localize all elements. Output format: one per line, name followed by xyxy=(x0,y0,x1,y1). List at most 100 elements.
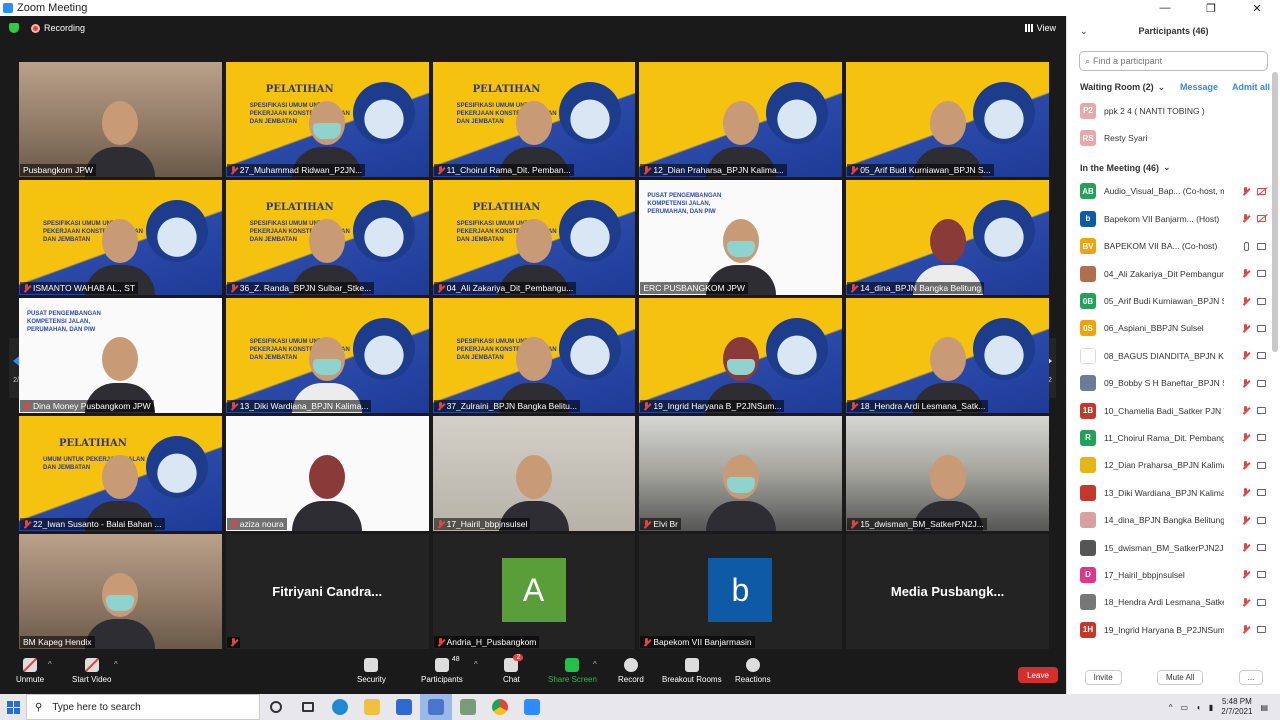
participant-list-item[interactable]: 0B 05_Arif Budi Kurniawan_BPJN Sul... xyxy=(1067,287,1280,314)
participant-list-item[interactable]: 13_Diki Wardiana_BPJN Kalimant... xyxy=(1067,479,1280,506)
participant-list-item[interactable]: RS Resty Syari xyxy=(1067,124,1280,151)
participant-list-item[interactable]: 09_Bobby S H Baneftar_BPJN Sul... xyxy=(1067,370,1280,397)
more-button[interactable]: ... xyxy=(1238,669,1264,685)
record-button[interactable]: Record xyxy=(618,658,644,684)
video-tile[interactable]: 15_dwisman_BM_SatkerP.N2J... xyxy=(846,416,1049,531)
share-screen-button[interactable]: Share Screen xyxy=(548,658,597,684)
video-tile[interactable]: A Andria_H_Pusbangkom xyxy=(432,534,636,649)
video-tile[interactable]: PUSAT PENGEMBANGAN KOMPETENSI JALAN, PER… xyxy=(19,298,222,413)
video-tile[interactable]: 05_Arif Budi Kurniawan_BPJN S... xyxy=(846,62,1049,177)
waiting-room-header[interactable]: Waiting Room (2) ⌄ Message Admit all xyxy=(1080,81,1280,93)
security-shield-icon[interactable] xyxy=(9,23,19,33)
panel-scrollbar[interactable] xyxy=(1272,72,1278,352)
participant-list-item[interactable]: 15_dwisman_BM_SatkerPJN2Ja... xyxy=(1067,534,1280,561)
participant-status-icons xyxy=(1242,433,1266,442)
participant-name-tag: Pusbangkom JPW xyxy=(20,164,96,176)
mail-icon[interactable] xyxy=(388,694,420,720)
security-button[interactable]: Security xyxy=(357,658,386,684)
chrome-icon[interactable] xyxy=(484,694,516,720)
collapse-chevron-icon[interactable]: ⌄ xyxy=(1080,26,1088,37)
breakout-grid-icon xyxy=(684,658,699,672)
taskbar-clock[interactable]: 5:48 PM 2/7/2021 xyxy=(1221,697,1252,717)
camera-icon xyxy=(1257,461,1266,469)
start-video-button[interactable]: Start Video xyxy=(72,658,111,684)
video-tile[interactable]: PELATIHAN SPESIFIKASI UMUM UNTUK PEKERJAA… xyxy=(225,62,429,177)
video-tile[interactable]: Fitriyani Candra... xyxy=(225,534,429,649)
audio-options-caret-icon[interactable]: ^ xyxy=(48,660,52,669)
leave-button[interactable]: Leave xyxy=(1018,667,1058,683)
cortana-icon[interactable] xyxy=(260,694,292,720)
minimize-button[interactable]: — xyxy=(1142,2,1188,15)
tray-chevron-icon[interactable]: ^ xyxy=(1169,703,1173,712)
maximize-button[interactable]: ❐ xyxy=(1188,2,1234,15)
chat-button[interactable]: 2 Chat xyxy=(503,654,524,684)
participant-list-item[interactable]: 04_Ali Zakariya_Dit Pembanguna... xyxy=(1067,260,1280,287)
zoom-taskbar-icon[interactable] xyxy=(516,694,548,720)
participant-list-item[interactable]: 0S 06_Aspiani_BBPJN Sulsel xyxy=(1067,315,1280,342)
video-tile[interactable]: PUSAT PENGEMBANGAN KOMPETENSI JALAN, PER… xyxy=(639,180,843,295)
mute-all-button[interactable]: Mute All xyxy=(1156,669,1204,685)
tools-icon[interactable] xyxy=(452,694,484,720)
network-icon[interactable]: ▭ xyxy=(1180,703,1188,712)
participant-list-item[interactable]: 1B 10_Chamelia Badi_Satker PJN Wi... xyxy=(1067,397,1280,424)
participant-list-item[interactable]: 12_Dian Praharsa_BPJN Kaliman... xyxy=(1067,452,1280,479)
participant-list-item[interactable]: R 11_Choirul Rama_Dit. Pembang... xyxy=(1067,424,1280,451)
smiley-icon xyxy=(745,658,760,672)
participant-list-item[interactable]: P2 ppk 2 4 ( NANTI TOBING ) xyxy=(1067,97,1280,124)
video-tile[interactable]: 14_dina_BPJN Bangka Belitung xyxy=(846,180,1049,295)
participants-button[interactable]: 48 Participants xyxy=(421,656,463,684)
notifications-icon[interactable]: ▤ xyxy=(1260,703,1268,712)
video-tile[interactable]: SPESIFIKASI UMUM UNTUK PEKERJAAN KONSTRU… xyxy=(19,180,222,295)
unmute-button[interactable]: Unmute xyxy=(16,658,44,684)
video-tile[interactable]: 18_Hendra Ardi Lesmana_Satk... xyxy=(846,298,1049,413)
video-options-caret-icon[interactable]: ^ xyxy=(114,660,118,669)
volume-icon[interactable]: ◖ xyxy=(1196,703,1201,712)
view-button[interactable]: View xyxy=(1024,23,1056,33)
start-button[interactable] xyxy=(0,694,26,720)
view-label: View xyxy=(1036,23,1056,33)
participant-avatar: A xyxy=(501,558,566,622)
participant-search-input[interactable]: ⌕ Find a participant xyxy=(1079,51,1268,71)
video-tile[interactable]: SPESIFIKASI UMUM UNTUK PEKERJAAN KONSTRU… xyxy=(432,298,636,413)
share-options-caret-icon[interactable]: ^ xyxy=(593,660,597,669)
video-tile[interactable]: 19_Ingrid Haryana B_P2JNSum... xyxy=(639,298,843,413)
video-tile[interactable]: b Bapekom VII Banjarmasin xyxy=(639,534,843,649)
participant-list-item[interactable]: b Bapekom VII Banjarm... (Host) xyxy=(1067,205,1280,232)
video-tile[interactable]: PELATIHAN SPESIFIKASI UMUM UNTUK PEKERJAA… xyxy=(432,62,636,177)
reactions-button[interactable]: Reactions xyxy=(735,658,771,684)
taskbar-search-input[interactable]: ⚲ Type here to search xyxy=(26,694,260,720)
camera-off-icon xyxy=(84,658,99,672)
microphone-muted-icon xyxy=(230,165,237,175)
participant-list-item[interactable]: 14_dina_BPJN Bangka Belitung xyxy=(1067,506,1280,533)
video-tile[interactable]: 17_Hairil_bbpjnsulsel xyxy=(432,416,636,531)
message-button[interactable]: Message xyxy=(1180,82,1218,92)
edge-icon[interactable] xyxy=(324,694,356,720)
battery-icon[interactable]: ▮ xyxy=(1209,703,1213,712)
video-tile[interactable]: BM Kapeg Hendix xyxy=(19,534,222,649)
invite-button[interactable]: Invite xyxy=(1084,669,1122,685)
admit-all-button[interactable]: Admit all xyxy=(1232,82,1270,92)
video-tile[interactable]: PELATIHAN SPESIFIKASI UMUM UNTUK PEKERJAA… xyxy=(225,180,429,295)
video-tile[interactable]: Media Pusbangk... xyxy=(846,534,1049,649)
participant-list-item[interactable]: 18_Hendra Ardi Lesmana_Satker... xyxy=(1067,589,1280,616)
participant-list-item[interactable]: 08_BAGUS DIANDITA_BPJN KALB... xyxy=(1067,342,1280,369)
participant-list-item[interactable]: BV BAPEKOM VII BA... (Co-host) xyxy=(1067,233,1280,260)
video-tile[interactable]: SPESIFIKASI UMUM UNTUK PEKERJAAN KONSTRU… xyxy=(225,298,429,413)
participant-list-item[interactable]: 1H 19_Ingrid Haryana B_P2JNSumbar xyxy=(1067,616,1280,643)
video-tile[interactable]: aziza noura xyxy=(225,416,429,531)
active-app-icon[interactable] xyxy=(420,694,452,720)
file-explorer-icon[interactable] xyxy=(356,694,388,720)
task-view-icon[interactable] xyxy=(292,694,324,720)
participant-list-item[interactable]: D 17_Hairil_bbpjnsulsel xyxy=(1067,561,1280,588)
video-tile[interactable]: 12_Dian Praharsa_BPJN Kalima... xyxy=(639,62,843,177)
video-tile[interactable]: Elvi Br xyxy=(639,416,843,531)
breakout-rooms-button[interactable]: Breakout Rooms xyxy=(662,658,722,684)
close-button[interactable]: ✕ xyxy=(1234,2,1280,15)
participant-name: 14_dina_BPJN Bangka Belitung xyxy=(860,283,982,293)
participant-list-item[interactable]: AB Audio_Visual_Bap... (Co-host, me) xyxy=(1067,178,1280,205)
video-tile[interactable]: PELATIHAN SPESIFIKASI UMUM UNTUK PEKERJAA… xyxy=(432,180,636,295)
participants-caret-icon[interactable]: ^ xyxy=(474,660,478,669)
video-tile[interactable]: PELATIHAN UMUM UNTUK PEKERJAAN JALAN DAN … xyxy=(19,416,222,531)
video-tile[interactable]: Pusbangkom JPW xyxy=(19,62,222,177)
in-meeting-header[interactable]: In the Meeting (46) ⌄ xyxy=(1080,162,1280,174)
